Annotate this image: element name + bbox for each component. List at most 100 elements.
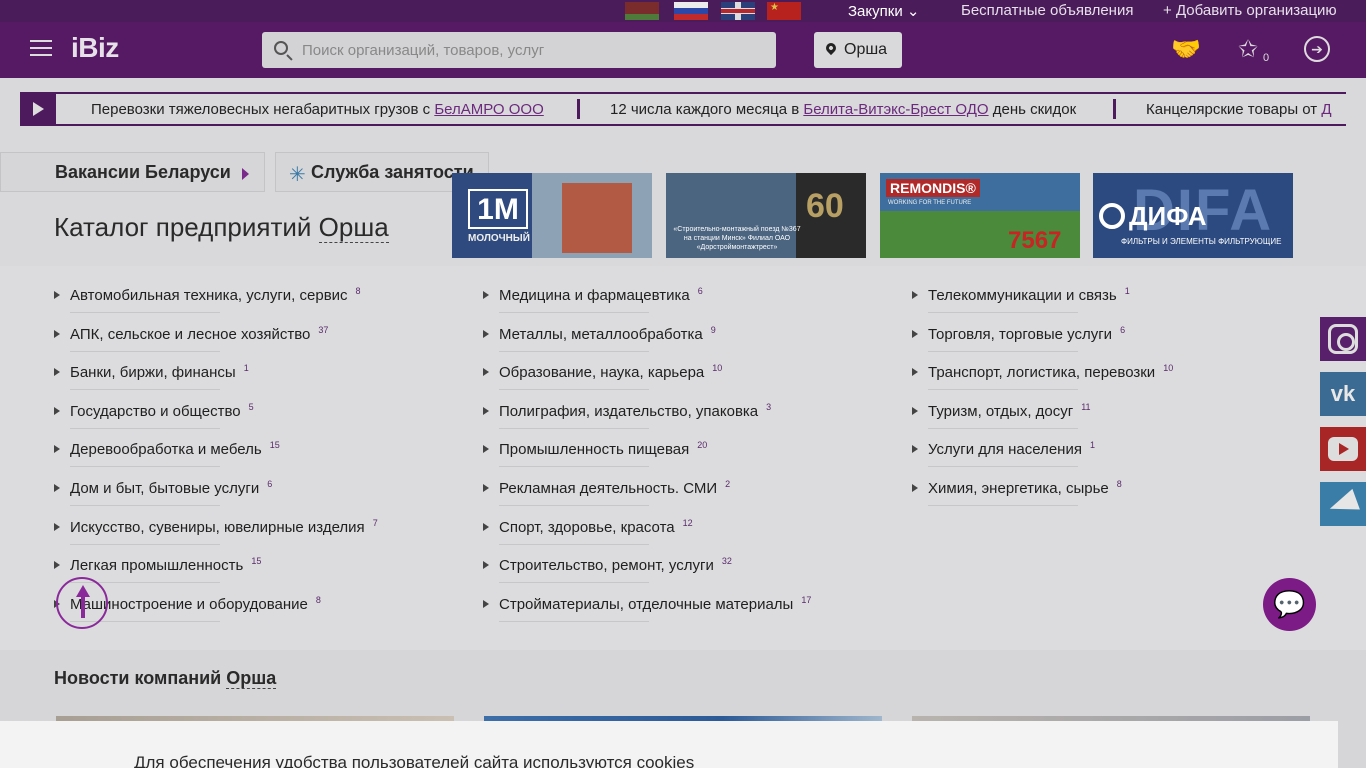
banner-molochny[interactable]: 1M МОЛОЧНЫЙ (452, 173, 652, 258)
category-count: 1 (1089, 440, 1095, 451)
category-count: 15 (269, 440, 280, 451)
scroll-up-button[interactable] (56, 577, 108, 629)
ticker-link[interactable]: Белита-Витэкс-Брест ОДО (803, 101, 988, 118)
vk-icon[interactable]: vk (1320, 372, 1366, 416)
category-item[interactable]: Деревообработка и мебель 15 (54, 420, 334, 468)
uk-flag-icon[interactable] (721, 2, 755, 20)
search-input[interactable] (302, 32, 762, 68)
category-count: 10 (712, 363, 723, 374)
category-item[interactable]: Услуги для населения 1 (912, 420, 1192, 468)
site-header: iBiz Орша 🤝 ✩ 0 ➔ (0, 22, 1366, 78)
search-box (262, 32, 776, 68)
russia-flag-icon[interactable] (674, 2, 708, 20)
category-text: Государство и общество 5 (70, 402, 254, 420)
category-text: Услуги для населения 1 (928, 440, 1095, 458)
category-count: 2 (725, 478, 731, 489)
category-text: Строительство, ремонт, услуги 32 (499, 556, 732, 574)
category-text: Телекоммуникации и связь 1 (928, 286, 1130, 304)
free-ads-link[interactable]: Бесплатные объявления (961, 2, 1133, 19)
category-label: Деревообработка и мебель (70, 441, 262, 459)
category-item[interactable]: Химия, энергетика, сырье 8 (912, 459, 1192, 506)
banner-subtitle: МОЛОЧНЫЙ (468, 233, 530, 244)
category-label: Транспорт, логистика, перевозки (928, 364, 1156, 382)
category-item[interactable]: Строительство, ремонт, услуги 32 (483, 536, 763, 584)
category-count: 17 (801, 594, 812, 605)
category-item[interactable]: Стройматериалы, отделочные материалы 17 (483, 575, 811, 622)
category-count: 8 (1116, 478, 1122, 489)
banner-logo: 1M (468, 189, 528, 229)
category-text: Стройматериалы, отделочные материалы 17 (499, 595, 811, 613)
category-count: 7 (372, 517, 378, 528)
category-label: Телекоммуникации и связь (928, 287, 1117, 304)
category-text: АПК, сельское и лесное хозяйство 37 (70, 325, 328, 343)
category-item[interactable]: Автомобильная техника, услуги, сервис 8 (54, 266, 361, 313)
category-item[interactable]: Искусство, сувениры, ювелирные изделия 7 (54, 498, 378, 545)
category-item[interactable]: АПК, сельское и лесное хозяйство 37 (54, 305, 334, 352)
banner-text: «Строительно-монтажный поезд №367 на ста… (673, 226, 801, 251)
ticker-link[interactable]: БелАМРО ООО (434, 101, 543, 118)
zakupki-menu[interactable]: Закупки ⌄ (848, 2, 919, 20)
city-selector[interactable]: Орша (814, 32, 902, 68)
category-item[interactable]: Легкая промышленность 15 (54, 536, 334, 584)
category-item[interactable]: Промышленность пищевая 20 (483, 420, 763, 468)
add-organization-link[interactable]: + Добавить организацию (1163, 2, 1337, 19)
category-label: Образование, наука, карьера (499, 364, 705, 382)
search-icon[interactable] (274, 41, 288, 55)
category-item[interactable]: Спорт, здоровье, красота 12 (483, 498, 763, 545)
category-item[interactable]: Полиграфия, издательство, упаковка 3 (483, 382, 771, 429)
gear-icon (1099, 203, 1125, 229)
category-item[interactable]: Образование, наука, карьера 10 (483, 343, 763, 391)
menu-icon[interactable] (30, 40, 52, 56)
category-label: АПК, сельское и лесное хозяйство (70, 325, 311, 343)
login-icon[interactable]: ➔ (1304, 36, 1330, 62)
category-label: Стройматериалы, отделочные материалы (499, 595, 794, 613)
category-column: Телекоммуникации и связь 1 Торговля, торго… (912, 266, 1192, 506)
banner-smp367[interactable]: «Строительно-монтажный поезд №367 на ста… (666, 173, 866, 258)
category-item[interactable]: Транспорт, логистика, перевозки 10 (912, 343, 1192, 391)
banner-subtitle: WORKING FOR THE FUTURE (888, 200, 972, 206)
plus-icon: + (1163, 2, 1172, 19)
category-text: Рекламная деятельность. СМИ 2 (499, 479, 730, 497)
arrow-right-icon (242, 168, 249, 180)
category-item[interactable]: Государство и общество 5 (54, 382, 334, 429)
category-label: Медицина и фармацевтика (499, 287, 690, 304)
category-item[interactable]: Торговля, торговые услуги 6 (912, 305, 1192, 352)
banner-logo: REMONDIS® (886, 179, 980, 197)
category-text: Промышленность пищевая 20 (499, 440, 707, 458)
belarus-flag-icon[interactable] (625, 2, 659, 20)
category-label: Дом и быт, бытовые услуги (70, 479, 260, 497)
category-item[interactable]: Банки, биржи, финансы 1 (54, 343, 334, 391)
banner-difa[interactable]: DIFA ДИФА ФИЛЬТРЫ И ЭЛЕМЕНТЫ ФИЛЬТРУЮЩИЕ (1093, 173, 1293, 258)
ticker-link[interactable]: Д (1321, 101, 1331, 118)
category-item[interactable]: Медицина и фармацевтика 6 (483, 266, 763, 313)
youtube-icon[interactable] (1320, 427, 1366, 471)
category-label: Банки, биржи, финансы (70, 364, 236, 382)
category-item[interactable]: Рекламная деятельность. СМИ 2 (483, 459, 763, 506)
category-count: 1 (1124, 286, 1130, 296)
category-item[interactable]: Металлы, металлообработка 9 (483, 305, 763, 352)
banner-subtitle: ФИЛЬТРЫ И ЭЛЕМЕНТЫ ФИЛЬТРУЮЩИЕ (1121, 237, 1282, 246)
category-text: Транспорт, логистика, перевозки 10 (928, 363, 1173, 381)
site-logo[interactable]: iBiz (71, 32, 119, 64)
favorites-stars-icon[interactable]: ✩ (1238, 36, 1258, 64)
category-count: 8 (355, 286, 361, 296)
news-city-link[interactable]: Орша (226, 668, 277, 689)
category-count: 37 (318, 324, 329, 335)
chat-icon: 💬 (1273, 589, 1306, 619)
chat-button[interactable]: 💬 (1263, 578, 1316, 631)
handshake-icon[interactable]: 🤝 (1171, 36, 1201, 64)
tab-vacancies[interactable]: Вакансии Беларуси (0, 152, 265, 192)
play-icon[interactable] (20, 94, 56, 124)
category-text: Автомобильная техника, услуги, сервис 8 (70, 286, 361, 304)
china-flag-icon[interactable]: ★ (767, 2, 801, 20)
page-title: Каталог предприятий Орша (54, 212, 389, 243)
category-item[interactable]: Телекоммуникации и связь 1 (912, 266, 1192, 313)
category-item[interactable]: Дом и быт, бытовые услуги 6 (54, 459, 334, 506)
telegram-icon[interactable] (1320, 482, 1366, 526)
catalog-city-link[interactable]: Орша (318, 212, 389, 243)
category-text: Медицина и фармацевтика 6 (499, 286, 703, 304)
category-item[interactable]: Туризм, отдых, досуг 11 (912, 382, 1192, 429)
category-text: Спорт, здоровье, красота 12 (499, 518, 693, 536)
instagram-icon[interactable] (1320, 317, 1366, 361)
banner-remondis[interactable]: REMONDIS® WORKING FOR THE FUTURE 7567 (880, 173, 1080, 258)
